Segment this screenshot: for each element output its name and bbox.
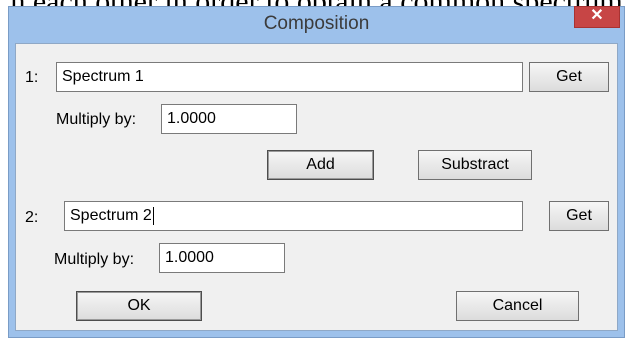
close-icon: ✕ (590, 7, 604, 24)
title-bar[interactable]: Composition ✕ (9, 6, 624, 43)
text-caret (152, 206, 154, 225)
get2-button[interactable]: Get (549, 201, 609, 231)
spectrum1-input[interactable]: Spectrum 1 (56, 62, 523, 92)
get1-button[interactable]: Get (529, 62, 609, 92)
multiply2-input[interactable]: 1.0000 (159, 243, 285, 273)
close-button[interactable]: ✕ (574, 6, 620, 28)
ok-button[interactable]: OK (76, 291, 202, 321)
spectrum2-input[interactable]: Spectrum 2 (64, 201, 523, 231)
add-button[interactable]: Add (267, 150, 374, 180)
row2-multiply-label: Multiply by: (54, 251, 135, 268)
substract-button[interactable]: Substract (418, 150, 532, 180)
row1-index-label: 1: (25, 69, 39, 86)
cancel-button[interactable]: Cancel (456, 291, 579, 321)
dialog-client-area: 1: Spectrum 1 Get Multiply by: 1.0000 Ad… (15, 43, 618, 331)
spectrum2-value: Spectrum 2 (70, 207, 152, 224)
window-title: Composition (263, 13, 370, 34)
multiply1-input[interactable]: 1.0000 (161, 104, 297, 134)
row2-index-label: 2: (25, 209, 39, 226)
composition-dialog: Composition ✕ 1: Spectrum 1 Get Multiply… (8, 6, 625, 338)
row1-multiply-label: Multiply by: (56, 111, 137, 128)
